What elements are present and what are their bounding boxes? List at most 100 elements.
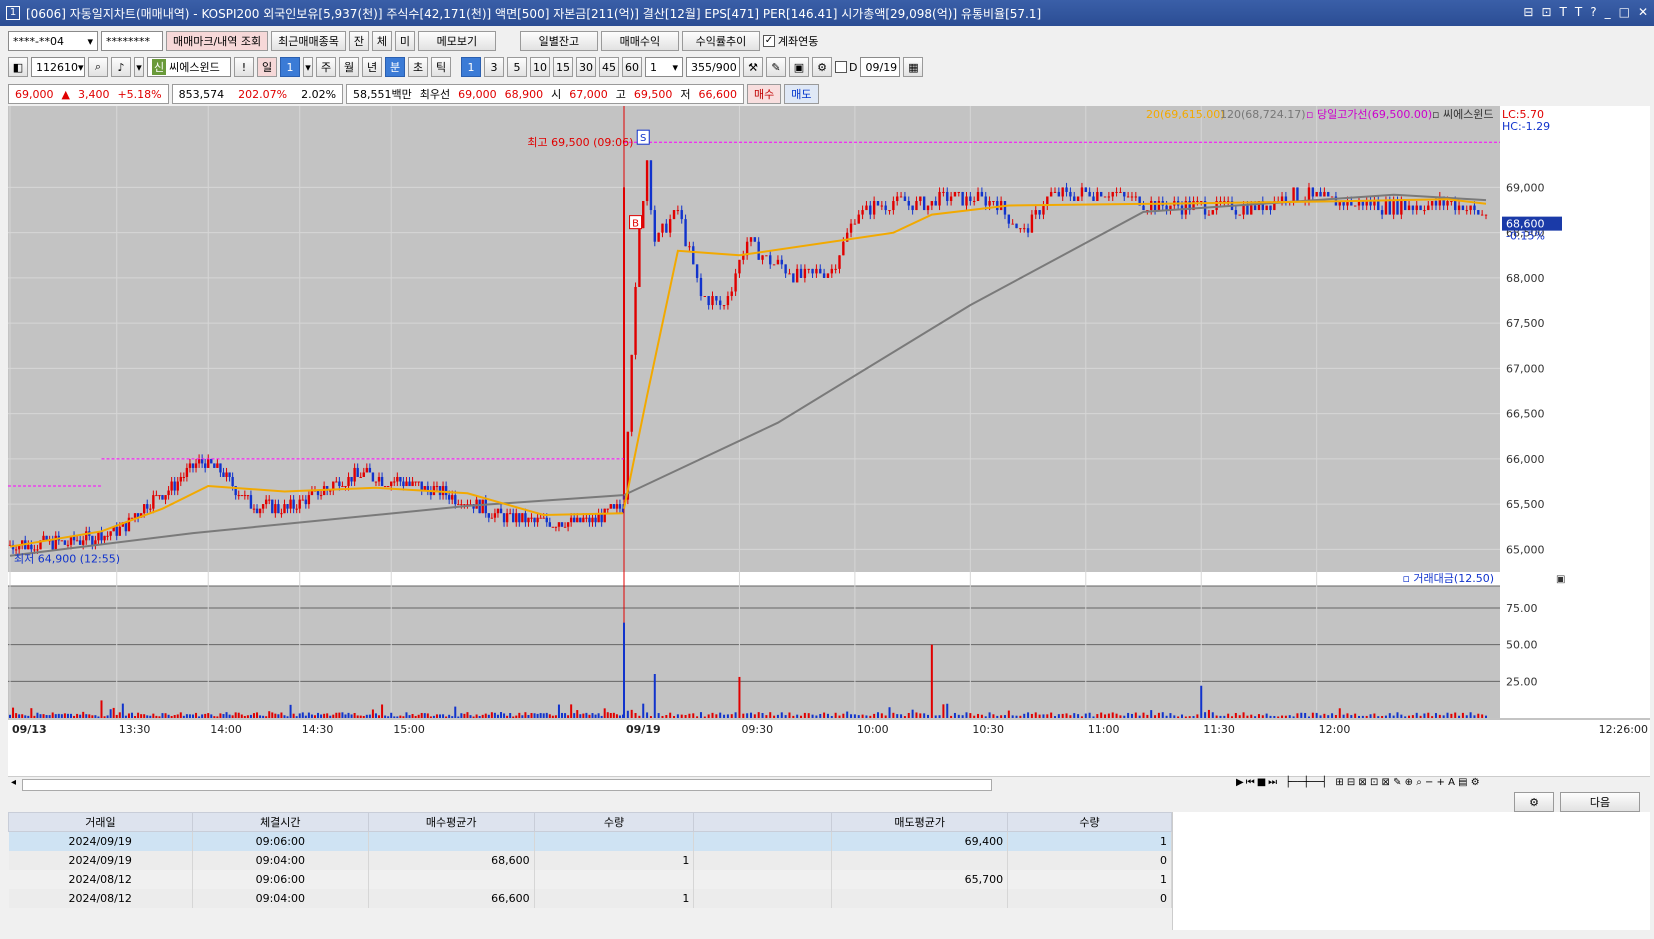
date-input[interactable]: 09/19: [860, 57, 901, 77]
count-select[interactable]: 1 ▾: [645, 57, 683, 77]
volume-bar: [973, 715, 976, 718]
buy-button[interactable]: 매수: [747, 84, 782, 104]
period-minute-button[interactable]: 분: [385, 57, 405, 77]
stock-name-field[interactable]: 신 씨에스윈드: [147, 57, 231, 77]
table-cell: 2024/08/12: [8, 869, 193, 889]
tile-icon[interactable]: ⊡: [1541, 5, 1551, 19]
stock-code-input[interactable]: 112610 ▾: [31, 57, 85, 77]
period-year-button[interactable]: 년: [362, 57, 382, 77]
trade-mark-button[interactable]: 매매마크/내역 조회: [166, 31, 269, 51]
chevron-down-icon[interactable]: ▾: [303, 57, 313, 77]
stop-icon[interactable]: ■: [1257, 777, 1266, 788]
tool-icons[interactable]: ⊞ ⊟ ⊠ ⊡ ⊠ ✎ ⊕ ⌕ − + A ▤ ⚙: [1335, 777, 1479, 788]
indicator-icon[interactable]: ⚒: [743, 57, 763, 77]
volume-bar: [393, 716, 396, 718]
daily-balance-button[interactable]: 일별잔고: [519, 31, 598, 51]
recent-trades-button[interactable]: 최근매매종목: [271, 31, 346, 51]
help-icon[interactable]: ?: [1590, 5, 1596, 19]
forward-icon[interactable]: ⏭: [1268, 777, 1277, 788]
period-week-button[interactable]: 주: [316, 57, 336, 77]
col-buy-qty[interactable]: 수량: [533, 812, 695, 832]
minute-1-button[interactable]: 1: [461, 57, 481, 77]
x-tick-label: 14:00: [210, 723, 242, 736]
maximize-icon[interactable]: □: [1619, 5, 1630, 19]
close-icon[interactable]: ✕: [1638, 5, 1648, 19]
col-date[interactable]: 거래일: [8, 812, 193, 832]
calendar-icon[interactable]: ▦: [903, 57, 924, 77]
col-time[interactable]: 체결시간: [191, 812, 369, 832]
speaker-icon[interactable]: ♪: [111, 57, 131, 77]
tab-executed[interactable]: 체: [371, 31, 392, 51]
play-icon[interactable]: ▶: [1236, 777, 1244, 788]
minimize-icon[interactable]: _: [1605, 5, 1611, 19]
minute-45-button[interactable]: 45: [599, 57, 619, 77]
table-row[interactable]: 2024/09/19 09:04:00 68,600 1 0: [8, 850, 1172, 870]
period-tick-button[interactable]: 틱: [431, 57, 451, 77]
period-month-button[interactable]: 월: [339, 57, 359, 77]
candle: [969, 196, 972, 202]
table-row[interactable]: 2024/09/19 09:06:00 69,400 1: [8, 831, 1172, 851]
account-select[interactable]: ****-**04 ▾: [8, 31, 98, 51]
table-row[interactable]: 2024/08/12 09:06:00 65,700 1: [8, 869, 1172, 889]
volume-bar: [454, 706, 457, 718]
save-icon[interactable]: ▣: [789, 57, 809, 77]
candle: [1088, 191, 1091, 197]
date-checkbox[interactable]: D: [835, 61, 857, 74]
period-second-button[interactable]: 초: [408, 57, 428, 77]
chart-nav-buttons: ▶ ⏮ ■ ⏭ ├──┼──┤ ⊞ ⊟ ⊠ ⊡ ⊠ ✎ ⊕ ⌕ − + A ▤ …: [1236, 777, 1480, 788]
candle: [1073, 196, 1076, 202]
return-trend-button[interactable]: 수익률추이: [681, 31, 760, 51]
draw-tool-icon[interactable]: ✎: [766, 57, 786, 77]
chevron-down-icon[interactable]: ▾: [134, 57, 144, 77]
volume-bar: [1223, 715, 1226, 718]
volume-bar: [570, 704, 573, 718]
candle: [957, 191, 960, 193]
minute-5-button[interactable]: 5: [507, 57, 527, 77]
gear-icon[interactable]: ⚙: [812, 57, 832, 77]
alert-button[interactable]: !: [234, 57, 254, 77]
tab-unexecuted[interactable]: 미: [394, 31, 415, 51]
candle: [1107, 196, 1111, 198]
volume-bar: [170, 715, 173, 718]
candle: [533, 517, 536, 523]
password-field[interactable]: ********: [101, 31, 163, 51]
volume-bar: [699, 712, 702, 718]
candle: [402, 481, 405, 487]
font-icon[interactable]: T: [1575, 5, 1582, 19]
candle: [849, 223, 853, 233]
table-cell: [693, 869, 833, 889]
col-sell-avg[interactable]: 매도평균가: [831, 812, 1009, 832]
period-number-button[interactable]: 1: [280, 57, 300, 77]
zoom-slider-icon[interactable]: ├──┼──┤: [1285, 777, 1327, 788]
table-row[interactable]: 2024/08/12 09:04:00 66,600 1 0: [8, 888, 1172, 908]
pin-icon[interactable]: T: [1560, 5, 1567, 19]
search-icon[interactable]: ⌕: [88, 57, 108, 77]
account-link-checkbox[interactable]: ✓ 계좌연동: [762, 33, 818, 49]
bar-count-field[interactable]: 355/900: [686, 57, 740, 77]
period-day-button[interactable]: 일: [257, 57, 277, 77]
sell-button[interactable]: 매도: [784, 84, 819, 104]
restore-panel-icon[interactable]: ⊟: [1523, 5, 1533, 19]
scroll-thumb[interactable]: [22, 779, 992, 791]
memo-button[interactable]: 메모보기: [417, 31, 496, 51]
minute-60-button[interactable]: 60: [622, 57, 642, 77]
col-sell-qty[interactable]: 수량: [1007, 812, 1172, 832]
rewind-icon[interactable]: ⏮: [1246, 777, 1255, 788]
next-button[interactable]: 다음: [1560, 792, 1640, 812]
tab-balance[interactable]: 잔: [348, 31, 369, 51]
col-buy-avg[interactable]: 매수평균가: [367, 812, 535, 832]
minute-15-button[interactable]: 15: [553, 57, 573, 77]
scroll-left-icon[interactable]: ◂: [11, 777, 16, 788]
minute-10-button[interactable]: 10: [530, 57, 550, 77]
candle: [200, 458, 204, 464]
trade-profit-button[interactable]: 매매수익: [600, 31, 679, 51]
minute-30-button[interactable]: 30: [576, 57, 596, 77]
volume-bar: [1115, 713, 1118, 718]
gear-icon[interactable]: ⚙: [1514, 792, 1554, 812]
price-chart[interactable]: 69,00068,50068,00067,50067,00066,50066,0…: [8, 106, 1650, 786]
minute-3-button[interactable]: 3: [484, 57, 504, 77]
volume-bar: [490, 712, 493, 718]
panel-toggle-icon[interactable]: ◧: [8, 57, 28, 77]
volume-bar: [554, 715, 557, 718]
chart-scrollbar[interactable]: ◂ ▶ ⏮ ■ ⏭ ├──┼──┤ ⊞ ⊟ ⊠ ⊡ ⊠ ✎ ⊕ ⌕ − + A …: [8, 776, 1650, 792]
